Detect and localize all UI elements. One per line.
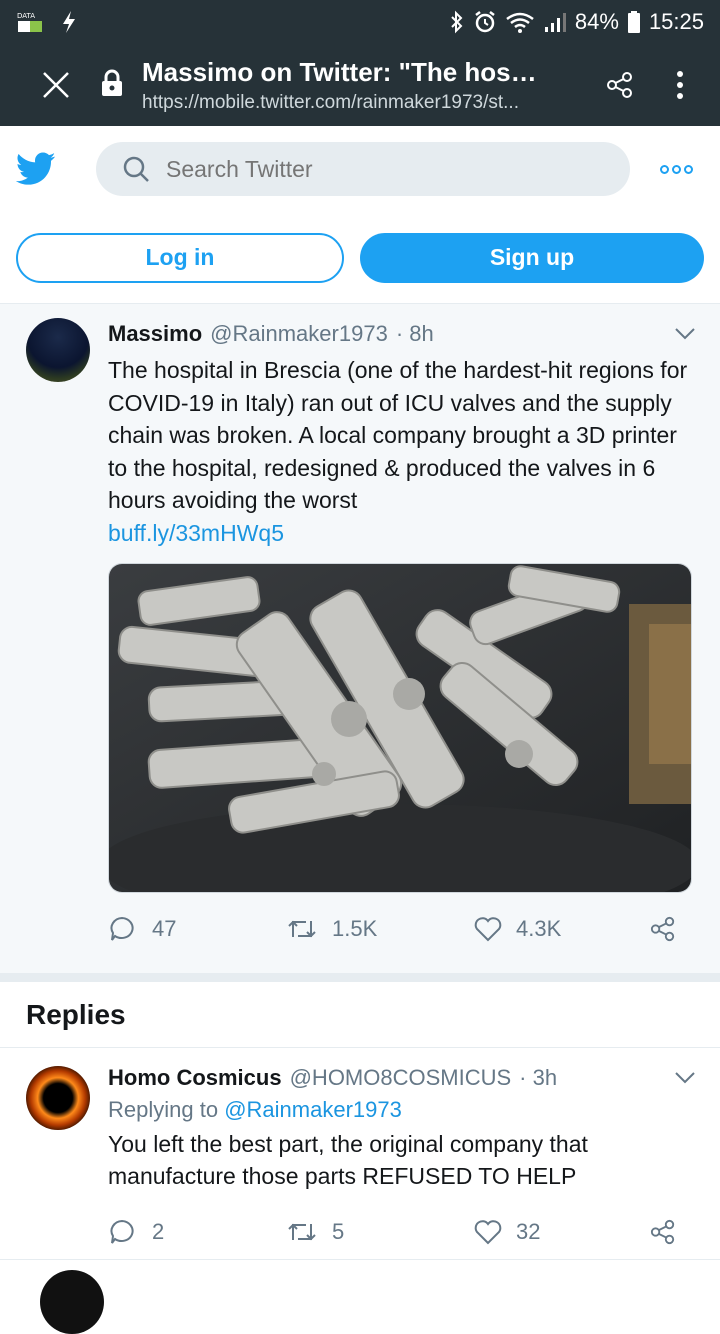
dot-icon: [660, 164, 669, 174]
lock-icon: [100, 69, 128, 102]
close-icon: [43, 72, 69, 98]
overflow-menu-button[interactable]: [660, 65, 700, 105]
replying-to-handle[interactable]: @Rainmaker1973: [224, 1097, 402, 1122]
status-left: DATA: [16, 10, 78, 34]
reply-text: You left the best part, the original com…: [108, 1131, 588, 1189]
auth-row: Log in Sign up: [0, 212, 720, 304]
main-tweet[interactable]: Massimo @Rainmaker1973 · 8h The hospital…: [0, 304, 720, 974]
reply-header: Homo Cosmicus @HOMO8COSMICUS · 3h: [108, 1062, 696, 1094]
replies-heading: Replies: [0, 974, 720, 1048]
status-right: 84% 15:25: [449, 9, 704, 35]
twitter-logo-icon[interactable]: [16, 152, 56, 186]
dot-icon: [677, 71, 683, 77]
tweet-actions: 47 1.5K 4.3K: [108, 895, 696, 963]
signup-button[interactable]: Sign up: [360, 232, 704, 283]
chevron-down-icon[interactable]: [674, 327, 696, 341]
tweet-image[interactable]: [108, 562, 692, 893]
chevron-down-icon[interactable]: [674, 1071, 696, 1085]
reply-button[interactable]: 47: [108, 915, 286, 943]
search-bar[interactable]: [96, 142, 630, 196]
author-name[interactable]: Massimo: [108, 318, 202, 350]
tweet-time: · 8h: [395, 321, 434, 346]
like-button[interactable]: 32: [474, 1219, 650, 1245]
retweet-button[interactable]: 1.5K: [286, 916, 474, 942]
more-options-icon[interactable]: [660, 164, 693, 174]
reply-body: Homo Cosmicus @HOMO8COSMICUS · 3h Replyi…: [108, 1062, 696, 1262]
bluetooth-icon: [451, 10, 463, 34]
author-handle[interactable]: @Rainmaker1973: [210, 318, 388, 350]
search-icon: [123, 156, 149, 182]
clock: 15:25: [648, 9, 704, 34]
search-input[interactable]: [166, 155, 586, 183]
tweet-link[interactable]: buff.ly/33mHWq5: [108, 517, 696, 549]
valves-photo: [109, 563, 691, 892]
battery-icon: [627, 11, 640, 33]
dot-icon: [677, 93, 683, 99]
data-label: DATA: [17, 12, 35, 20]
retweet-icon: [288, 920, 316, 937]
reply-icon: [110, 916, 134, 941]
like-count: 4.3K: [516, 915, 562, 941]
close-tab-button[interactable]: [36, 65, 76, 105]
share-tweet-button[interactable]: [650, 1219, 676, 1245]
tweet-header: Massimo @Rainmaker1973 · 8h: [108, 318, 696, 350]
retweet-icon: [288, 1223, 316, 1241]
reply-author-name[interactable]: Homo Cosmicus: [108, 1062, 282, 1094]
reply-actions: 2 5 32: [108, 1202, 696, 1262]
reply-count: 47: [152, 915, 177, 941]
reply-icon: [110, 1219, 134, 1244]
like-count: 32: [516, 1219, 541, 1244]
retweet-count: 1.5K: [332, 915, 378, 941]
flash-icon: [63, 11, 75, 33]
share-tweet-button[interactable]: [650, 916, 676, 942]
dot-icon: [677, 82, 683, 88]
reply-count: 2: [152, 1219, 165, 1244]
reply-tweet[interactable]: Homo Cosmicus @HOMO8COSMICUS · 3h Replyi…: [0, 1048, 720, 1260]
alarm-icon: [475, 11, 495, 33]
twitter-header: [0, 126, 720, 212]
reply-time: · 3h: [519, 1065, 558, 1090]
share-button[interactable]: [600, 65, 640, 105]
avatar[interactable]: [26, 318, 90, 382]
replying-to: Replying to @Rainmaker1973: [108, 1094, 696, 1126]
page-url: https://mobile.twitter.com/rainmaker1973…: [142, 91, 519, 113]
signal-icon: [544, 13, 566, 32]
avatar[interactable]: [26, 1066, 90, 1130]
status-bar: DATA 84% 15:25: [0, 0, 720, 44]
heart-icon: [474, 1220, 502, 1245]
dot-icon: [672, 164, 681, 174]
dot-icon: [684, 164, 693, 174]
reply-author-handle[interactable]: @HOMO8COSMICUS: [290, 1062, 512, 1094]
address-bar[interactable]: Massimo on Twitter: "The hospital... htt…: [142, 57, 600, 114]
data-saver-icon: DATA: [17, 12, 42, 32]
page-title: Massimo on Twitter: "The hospital...: [142, 56, 542, 87]
login-button[interactable]: Log in: [16, 232, 344, 283]
browser-toolbar: Massimo on Twitter: "The hospital... htt…: [0, 44, 720, 126]
share-icon: [650, 916, 675, 941]
like-button[interactable]: 4.3K: [474, 916, 650, 942]
replying-to-label: Replying to: [108, 1097, 219, 1122]
tweet-body: Massimo @Rainmaker1973 · 8h The hospital…: [108, 318, 696, 963]
retweet-button[interactable]: 5: [286, 1219, 474, 1245]
heart-icon: [474, 916, 502, 941]
tweet-text: The hospital in Brescia (one of the hard…: [108, 357, 688, 513]
share-icon: [650, 1219, 675, 1245]
retweet-count: 5: [332, 1219, 345, 1244]
share-icon: [607, 72, 632, 98]
reply-button[interactable]: 2: [108, 1218, 286, 1246]
battery-percent: 84%: [574, 9, 619, 34]
wifi-icon: [506, 12, 534, 33]
